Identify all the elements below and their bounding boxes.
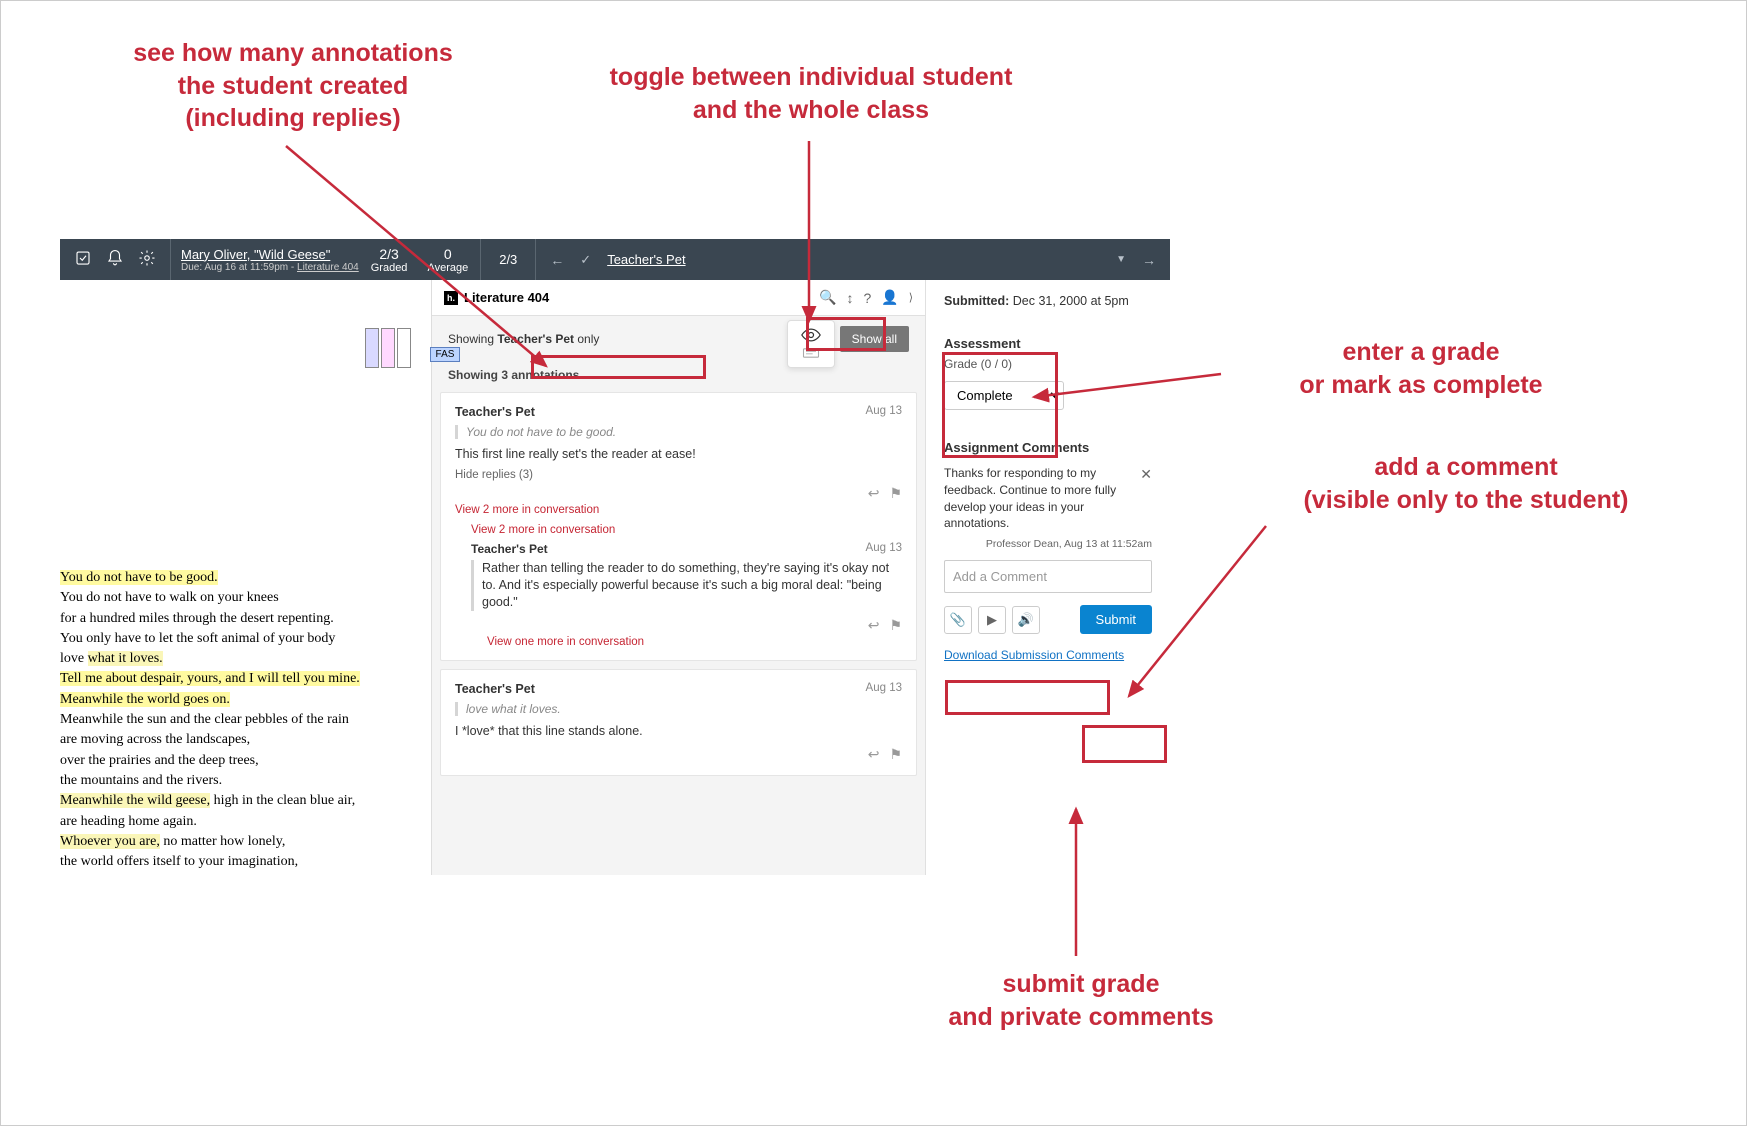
callout-toggle-class: toggle between individual studentand the…	[531, 61, 1091, 126]
annotation-card: Teacher's PetAug 13 love what it loves. …	[440, 669, 917, 776]
annotation-date: Aug 13	[866, 405, 902, 419]
annotation-date: Aug 13	[866, 682, 902, 696]
grading-panel: Submitted: Dec 31, 2000 at 5pm Assessmen…	[925, 280, 1170, 875]
callout-enter-grade: enter a gradeor mark as complete	[1231, 336, 1611, 401]
callout-annotation-count: see how many annotationsthe student crea…	[98, 37, 488, 135]
top-bar: Mary Oliver, "Wild Geese" Due: Aug 16 at…	[60, 239, 1170, 280]
comment-input[interactable]	[944, 560, 1152, 593]
comment-meta: Professor Dean, Aug 13 at 11:52am	[944, 538, 1152, 550]
flag-icon[interactable]: ⚑	[889, 746, 902, 763]
prev-student-arrow[interactable]: ←	[550, 252, 564, 268]
next-student-arrow[interactable]: →	[1142, 252, 1156, 268]
annotation-card: Teacher's Pet Aug 13 You do not have to b…	[440, 392, 917, 661]
annotation-count: Showing 3 annotations	[432, 362, 925, 392]
annotation-author: Teacher's Pet	[455, 405, 535, 419]
assignment-due: Due: Aug 16 at 11:59pm - Literature 404	[181, 262, 359, 273]
hypothesis-logo-icon: h.	[444, 291, 458, 305]
view-more-link[interactable]: View 2 more in conversation	[471, 524, 902, 536]
annotation-quote: love what it loves.	[455, 702, 902, 716]
filter-status: Showing Teacher's Pet only	[448, 332, 840, 346]
document-text: You do not have to be good.You do not ha…	[60, 568, 360, 875]
reply-date: Aug 13	[866, 542, 902, 556]
media-comment-icon[interactable]: ▶	[978, 606, 1006, 634]
annotation-quote: You do not have to be good.	[455, 425, 902, 439]
assignment-title-link[interactable]: Mary Oliver, "Wild Geese"	[181, 247, 359, 262]
visibility-toggle[interactable]	[787, 320, 835, 368]
reply-author: Teacher's Pet	[471, 542, 548, 556]
annotation-body: I *love* that this line stands alone.	[455, 724, 902, 738]
graded-check-icon: ✓	[580, 252, 591, 268]
app-frame: Mary Oliver, "Wild Geese" Due: Aug 16 at…	[60, 239, 1170, 875]
annotation-author: Teacher's Pet	[455, 682, 535, 696]
annotation-body: This first line really set's the reader …	[455, 447, 902, 461]
callout-add-comment: add a comment(visible only to the studen…	[1231, 451, 1701, 516]
help-icon[interactable]: ?	[863, 290, 871, 306]
download-comments-link[interactable]: Download Submission Comments	[944, 648, 1152, 662]
grade-select[interactable]: Complete	[944, 381, 1064, 410]
audio-comment-icon[interactable]: 🔊	[1012, 606, 1040, 634]
student-position: 2/3	[480, 239, 536, 280]
profile-icon[interactable]: 👤	[881, 289, 898, 306]
submit-button[interactable]: Submit	[1080, 605, 1152, 634]
stat-average: 0Average	[427, 246, 468, 274]
stat-graded: 2/3Graded	[371, 246, 408, 274]
flag-icon[interactable]: ⚑	[889, 617, 902, 634]
panel-toggle-icon[interactable]: ⟩	[909, 291, 913, 304]
hide-replies-link[interactable]: Hide replies (3)	[455, 469, 902, 481]
assessment-heading: Assessment	[944, 336, 1152, 351]
thumb-3[interactable]	[397, 328, 411, 368]
fas-badge: FAS	[430, 347, 460, 362]
search-icon[interactable]: 🔍	[819, 289, 836, 306]
reply-icon[interactable]: ↩	[868, 746, 880, 763]
student-dropdown-caret[interactable]: ▼	[1116, 254, 1126, 265]
annotation-course-title: Literature 404	[464, 290, 549, 305]
thumb-2[interactable]	[381, 328, 395, 368]
delete-comment-icon[interactable]: ✕	[1140, 465, 1152, 485]
student-name-dropdown[interactable]: Teacher's Pet	[607, 252, 685, 267]
gear-icon[interactable]	[138, 249, 156, 270]
page-thumbnails[interactable]	[365, 328, 411, 368]
flag-icon[interactable]: ⚑	[889, 485, 902, 502]
attach-file-icon[interactable]: 📎	[944, 606, 972, 634]
callout-submit: submit gradeand private comments	[871, 968, 1291, 1033]
show-all-button[interactable]: Show all	[840, 326, 909, 352]
annotation-list: Teacher's Pet Aug 13 You do not have to b…	[432, 392, 925, 875]
existing-comment: Thanks for responding to my feedback. Co…	[944, 465, 1152, 532]
document-panel: You do not have to be good.You do not ha…	[60, 280, 431, 875]
comments-heading: Assignment Comments	[944, 440, 1152, 455]
submitted-timestamp: Submitted: Dec 31, 2000 at 5pm	[944, 294, 1152, 308]
course-link[interactable]: Literature 404	[297, 262, 359, 273]
annotation-panel: h. Literature 404 🔍 ↕ ? 👤 ⟩ Showing Teac…	[431, 280, 925, 875]
sort-icon[interactable]: ↕	[846, 290, 853, 306]
reply-body: Rather than telling the reader to do som…	[471, 560, 902, 611]
gradebook-icon[interactable]	[74, 249, 92, 270]
grade-label: Grade (0 / 0)	[944, 357, 1152, 371]
thumb-1[interactable]	[365, 328, 379, 368]
reply-icon[interactable]: ↩	[868, 485, 880, 502]
bell-icon[interactable]	[106, 249, 124, 270]
view-more-link[interactable]: View one more in conversation	[487, 636, 902, 648]
page-container: see how many annotationsthe student crea…	[0, 0, 1747, 1126]
annotation-header: h. Literature 404 🔍 ↕ ? 👤 ⟩	[432, 280, 925, 316]
view-more-link[interactable]: View 2 more in conversation	[455, 504, 902, 516]
reply-icon[interactable]: ↩	[868, 617, 880, 634]
